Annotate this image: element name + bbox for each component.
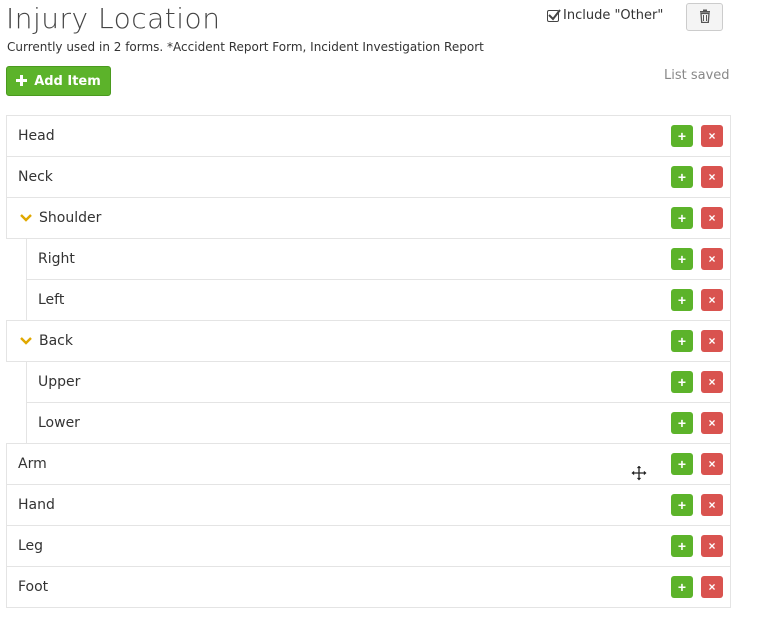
add-item-label: Add Item: [34, 73, 101, 89]
list-item[interactable]: Hand + ×: [6, 484, 731, 526]
list-item-label: Neck: [18, 169, 53, 185]
list-item-label: Foot: [18, 579, 49, 595]
row-actions: + ×: [671, 248, 723, 270]
add-item-button[interactable]: Add Item: [6, 66, 111, 96]
chevron-down-icon[interactable]: [19, 211, 33, 225]
list-item-label: Lower: [38, 415, 80, 431]
list-item[interactable]: Upper + ×: [26, 361, 731, 403]
delete-item-button[interactable]: ×: [701, 330, 723, 352]
delete-item-button[interactable]: ×: [701, 166, 723, 188]
list-item[interactable]: Foot + ×: [6, 566, 731, 608]
delete-item-button[interactable]: ×: [701, 412, 723, 434]
checkbox-checked-icon[interactable]: [547, 8, 561, 22]
list-item[interactable]: Arm + ×: [6, 443, 731, 485]
delete-item-button[interactable]: ×: [701, 453, 723, 475]
list-item[interactable]: Shoulder + ×: [6, 197, 731, 239]
page-title: Injury Location: [6, 2, 221, 35]
row-actions: + ×: [671, 412, 723, 434]
add-child-button[interactable]: +: [671, 576, 693, 598]
list-item[interactable]: Right + ×: [26, 238, 731, 280]
delete-item-button[interactable]: ×: [701, 535, 723, 557]
row-actions: + ×: [671, 576, 723, 598]
add-child-button[interactable]: +: [671, 166, 693, 188]
add-child-button[interactable]: +: [671, 330, 693, 352]
row-actions: + ×: [671, 330, 723, 352]
list-item-label: Arm: [18, 456, 47, 472]
list-item-label: Upper: [38, 374, 81, 390]
move-cursor-icon: [630, 464, 648, 482]
add-child-button[interactable]: +: [671, 125, 693, 147]
list-item-label: Right: [38, 251, 75, 267]
delete-list-button[interactable]: [686, 3, 723, 31]
page-subtitle: Currently used in 2 forms. *Accident Rep…: [7, 40, 484, 54]
delete-item-button[interactable]: ×: [701, 248, 723, 270]
list-item[interactable]: Lower + ×: [26, 402, 731, 444]
add-child-button[interactable]: +: [671, 207, 693, 229]
delete-item-button[interactable]: ×: [701, 371, 723, 393]
delete-item-button[interactable]: ×: [701, 576, 723, 598]
add-child-button[interactable]: +: [671, 535, 693, 557]
plus-icon: [16, 74, 28, 89]
row-actions: + ×: [671, 125, 723, 147]
save-status: List saved: [664, 68, 730, 83]
row-actions: + ×: [671, 289, 723, 311]
row-actions: + ×: [671, 535, 723, 557]
chevron-down-icon[interactable]: [19, 334, 33, 348]
row-actions: + ×: [671, 494, 723, 516]
trash-icon: [699, 8, 711, 27]
list-item-label: Head: [18, 128, 55, 144]
row-actions: + ×: [671, 371, 723, 393]
add-child-button[interactable]: +: [671, 494, 693, 516]
list-item-label: Leg: [18, 538, 44, 554]
list-item[interactable]: Neck + ×: [6, 156, 731, 198]
add-child-button[interactable]: +: [671, 248, 693, 270]
row-actions: + ×: [671, 207, 723, 229]
add-child-button[interactable]: +: [671, 371, 693, 393]
row-actions: + ×: [671, 453, 723, 475]
list-item[interactable]: Left + ×: [26, 279, 731, 321]
list-item-label: Left: [38, 292, 65, 308]
delete-item-button[interactable]: ×: [701, 494, 723, 516]
delete-item-button[interactable]: ×: [701, 289, 723, 311]
add-child-button[interactable]: +: [671, 412, 693, 434]
include-other-checkbox[interactable]: Include "Other": [547, 8, 663, 23]
list-item[interactable]: Leg + ×: [6, 525, 731, 567]
list-item-label: Back: [39, 333, 73, 349]
list-item[interactable]: Back + ×: [6, 320, 731, 362]
delete-item-button[interactable]: ×: [701, 207, 723, 229]
row-actions: + ×: [671, 166, 723, 188]
item-list: Head + × Neck + × Shoulder + × Right + × Left + × Back +…: [6, 115, 731, 608]
list-item-label: Shoulder: [39, 210, 102, 226]
include-other-label: Include "Other": [563, 8, 664, 23]
delete-item-button[interactable]: ×: [701, 125, 723, 147]
add-child-button[interactable]: +: [671, 453, 693, 475]
list-item[interactable]: Head + ×: [6, 115, 731, 157]
list-item-label: Hand: [18, 497, 55, 513]
add-child-button[interactable]: +: [671, 289, 693, 311]
